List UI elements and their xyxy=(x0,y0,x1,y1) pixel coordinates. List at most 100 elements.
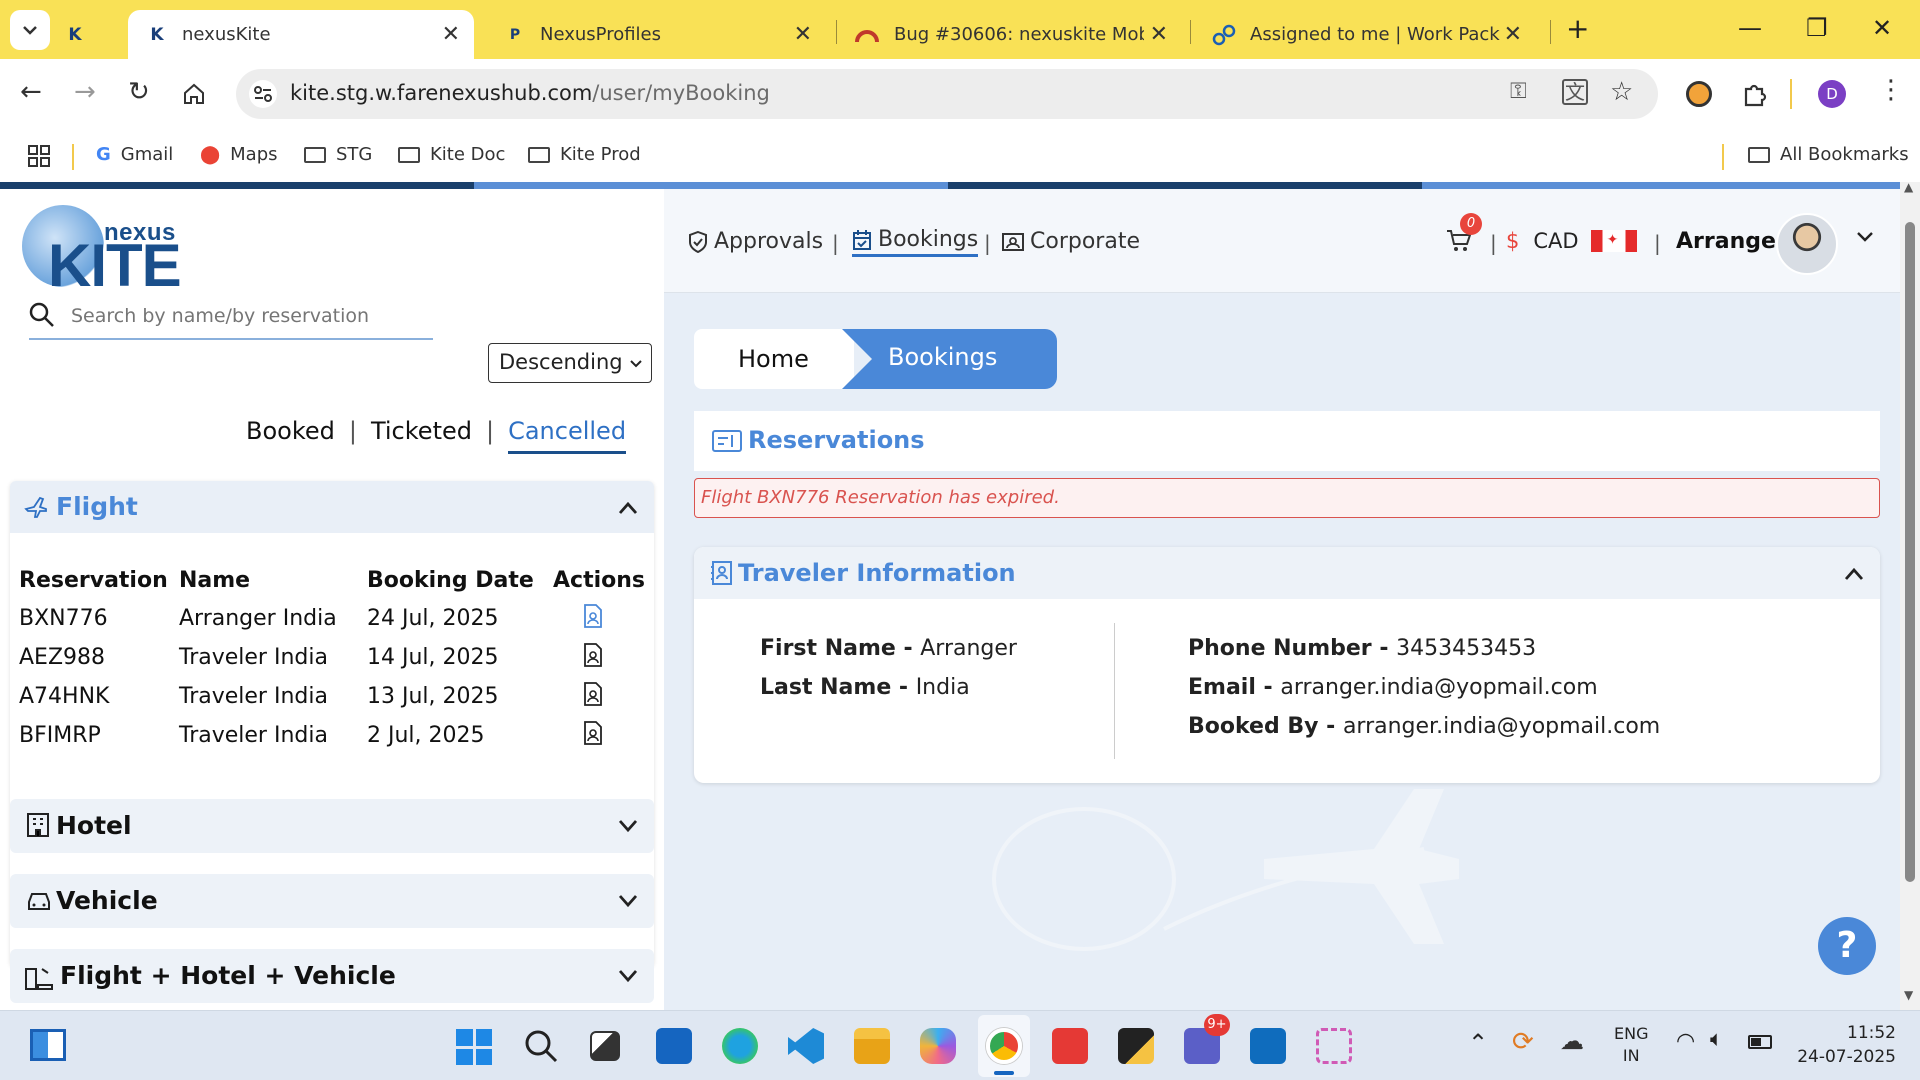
nexus-kite-logo[interactable]: nexus KITE xyxy=(22,197,192,299)
profile-avatar[interactable]: D xyxy=(1818,80,1846,108)
scrollbar-thumb[interactable] xyxy=(1905,222,1915,882)
close-tab-icon[interactable]: ✕ xyxy=(442,22,460,47)
view-document-icon[interactable] xyxy=(583,603,603,628)
forward-button[interactable]: → xyxy=(74,77,96,107)
nav-bookings[interactable]: Bookings xyxy=(852,227,979,257)
column-header: Actions xyxy=(553,567,645,593)
teams-icon[interactable]: 9+ xyxy=(1184,1014,1230,1064)
cloud-offline-icon[interactable]: ☁ xyxy=(1560,1027,1584,1055)
task-view-icon[interactable] xyxy=(590,1031,620,1061)
currency-selector[interactable]: $ CAD ✦ xyxy=(1506,229,1637,253)
bookmark-star-icon[interactable]: ☆ xyxy=(1610,77,1633,107)
back-button[interactable]: ← xyxy=(20,77,42,107)
sticky-notes-icon[interactable] xyxy=(1118,1028,1154,1064)
chevron-down-icon[interactable] xyxy=(1856,231,1874,243)
view-document-icon[interactable] xyxy=(583,720,603,745)
home-icon[interactable] xyxy=(182,82,206,106)
new-tab-button[interactable]: + xyxy=(1566,12,1589,45)
chevron-up-icon[interactable] xyxy=(1844,567,1864,581)
chrome-icon[interactable] xyxy=(986,1028,1022,1064)
user-avatar[interactable] xyxy=(1776,213,1838,275)
close-tab-icon[interactable]: ✕ xyxy=(1504,22,1522,47)
password-key-icon[interactable]: ⚿ xyxy=(1510,79,1527,104)
store-icon[interactable] xyxy=(656,1028,692,1064)
bookmark-kite-prod[interactable]: Kite Prod xyxy=(528,144,641,165)
tab-nexuskite[interactable]: K nexusKite ✕ xyxy=(128,10,474,59)
help-button[interactable]: ? xyxy=(1818,917,1876,975)
bookmark-maps[interactable]: ⬤ Maps xyxy=(200,144,278,165)
view-document-icon[interactable] xyxy=(583,642,603,667)
close-tab-icon[interactable]: ✕ xyxy=(794,22,812,47)
chevron-up-icon[interactable] xyxy=(618,501,638,515)
booked-by-value: arranger.india@yopmail.com xyxy=(1342,714,1661,739)
sync-icon[interactable]: ⟳ xyxy=(1512,1027,1534,1057)
breadcrumb-home[interactable]: Home xyxy=(694,329,854,389)
sort-select[interactable]: Descending xyxy=(488,343,652,383)
outlook-icon[interactable] xyxy=(1250,1028,1286,1064)
tab-cancelled[interactable]: Cancelled xyxy=(508,417,627,454)
tab-bug[interactable]: Bug #30606: nexuskite Mobile a ✕ xyxy=(842,10,1182,59)
snipping-tool-icon[interactable] xyxy=(1316,1028,1352,1064)
restore-button[interactable]: ❐ xyxy=(1806,14,1828,42)
currency-code: CAD xyxy=(1533,229,1579,253)
taskbar-search-icon[interactable] xyxy=(524,1029,558,1063)
extensions-puzzle-icon[interactable] xyxy=(1742,81,1768,107)
language-indicator[interactable]: ENG IN xyxy=(1614,1023,1648,1067)
bug-tracker-icon xyxy=(855,29,879,42)
address-bar[interactable]: kite.stg.w.farenexushub.com/user/myBooki… xyxy=(236,69,1658,119)
chevron-down-icon[interactable] xyxy=(618,969,638,983)
chevron-down-icon[interactable] xyxy=(618,894,638,908)
vehicle-section-header[interactable]: Vehicle xyxy=(10,874,654,928)
combo-section-header[interactable]: Flight + Hotel + Vehicle xyxy=(10,949,654,1003)
apps-grid-icon[interactable] xyxy=(28,145,50,167)
tab-booked[interactable]: Booked xyxy=(246,417,335,445)
page-scrollbar[interactable]: ▲ ▼ xyxy=(1900,180,1920,1010)
close-window-button[interactable]: ✕ xyxy=(1872,14,1892,42)
extension-icon[interactable] xyxy=(1686,81,1712,107)
minimize-button[interactable]: — xyxy=(1738,14,1762,42)
browser-menu-icon[interactable]: ⋮ xyxy=(1878,75,1904,105)
widgets-icon[interactable] xyxy=(30,1029,66,1061)
traveler-card-header[interactable]: Traveler Information xyxy=(694,547,1880,599)
view-document-icon[interactable] xyxy=(583,681,603,706)
hotel-section-header[interactable]: Hotel xyxy=(10,799,654,853)
bookmark-kite-doc[interactable]: Kite Doc xyxy=(398,144,505,165)
clock[interactable]: 11:52 24-07-2025 xyxy=(1796,1021,1896,1069)
file-explorer-icon[interactable] xyxy=(854,1028,890,1064)
site-settings-icon[interactable] xyxy=(248,79,278,109)
volume-icon[interactable]: 🔈︎ xyxy=(1710,1027,1723,1052)
traveler-card-title: Traveler Information xyxy=(738,559,1016,587)
user-name[interactable]: Arranger xyxy=(1676,229,1787,254)
action-cell xyxy=(553,599,645,638)
scroll-up-arrow-icon[interactable]: ▲ xyxy=(1904,180,1913,194)
copilot-icon[interactable] xyxy=(920,1028,956,1064)
reload-button[interactable]: ↻ xyxy=(128,77,150,107)
edge-browser-icon[interactable] xyxy=(722,1028,758,1064)
scroll-down-arrow-icon[interactable]: ▼ xyxy=(1904,988,1913,1002)
tab-nexusprofiles[interactable]: P NexusProfiles ✕ xyxy=(486,10,826,59)
tab-ticketed[interactable]: Ticketed xyxy=(371,417,472,445)
cart-button[interactable]: 0 xyxy=(1446,213,1482,259)
translate-icon[interactable]: 文 xyxy=(1562,79,1588,105)
tab-kite-pinned[interactable]: K xyxy=(64,10,116,59)
nav-corporate[interactable]: Corporate xyxy=(1002,229,1140,254)
start-windows-icon[interactable] xyxy=(456,1029,492,1065)
all-bookmarks[interactable]: All Bookmarks xyxy=(1748,144,1909,165)
vscode-icon[interactable] xyxy=(788,1028,824,1064)
show-hidden-icons-chevron[interactable]: ⌃ xyxy=(1468,1029,1488,1057)
close-tab-icon[interactable]: ✕ xyxy=(1150,22,1168,47)
battery-icon[interactable] xyxy=(1748,1035,1772,1049)
status-tabs: Booked | Ticketed | Cancelled xyxy=(246,417,627,461)
chevron-down-icon[interactable] xyxy=(618,819,638,833)
search-input[interactable] xyxy=(71,300,427,332)
wifi-icon[interactable]: ◠ xyxy=(1676,1029,1695,1054)
bookmark-stg[interactable]: STG xyxy=(304,144,372,165)
wps-office-icon[interactable] xyxy=(1052,1028,1088,1064)
bookmark-label: STG xyxy=(336,144,373,165)
nav-approvals[interactable]: Approvals xyxy=(688,229,823,254)
flight-section-header[interactable]: Flight xyxy=(10,481,654,533)
link-icon xyxy=(1212,24,1236,45)
tab-search-button[interactable] xyxy=(10,10,50,50)
bookmark-gmail[interactable]: G Gmail xyxy=(96,144,173,165)
tab-work-packages[interactable]: Assigned to me | Work Package ✕ xyxy=(1196,10,1536,59)
